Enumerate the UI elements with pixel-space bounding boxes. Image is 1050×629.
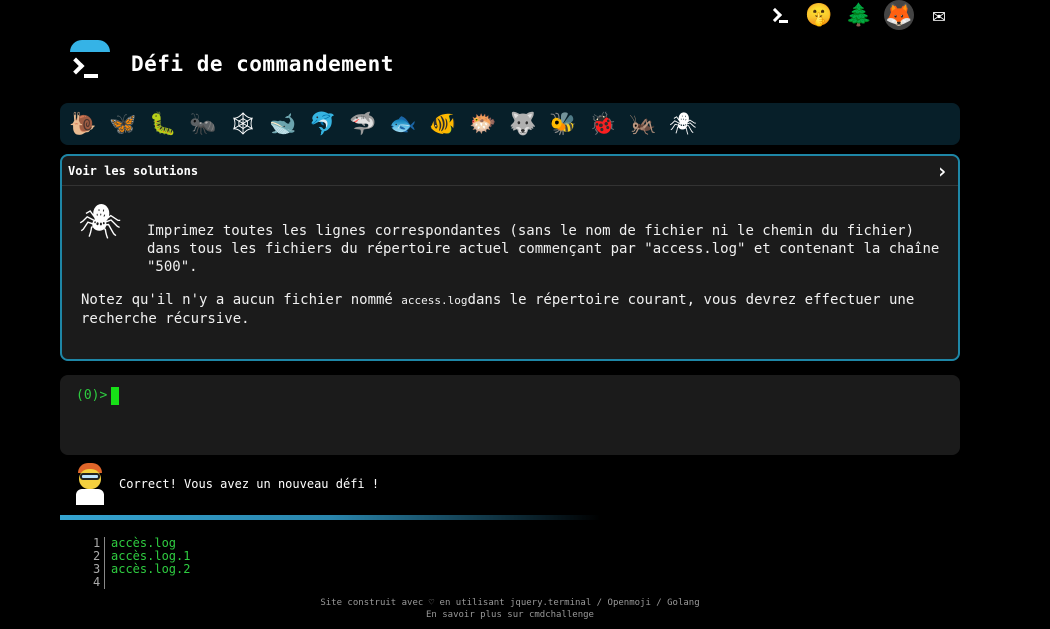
- butterfly-icon[interactable]: 🦋: [107, 108, 139, 140]
- scientist-avatar-icon: [72, 463, 108, 505]
- note-text-start: Notez qu'il n'y a aucun fichier nommé: [81, 292, 402, 308]
- snail-icon[interactable]: 🐌: [67, 108, 99, 140]
- tropical-fish-icon[interactable]: 🐠: [427, 108, 459, 140]
- challenge-icon-bar: 🐌 🦋 🐛 🐜 🕸 🐋 🐬 🦈 🐟 🐠 🐡 🐺 🐝 🐞 🦗 🕷: [60, 103, 960, 145]
- solutions-toggle[interactable]: Voir les solutions ›: [62, 156, 958, 186]
- footer: Site construit avec ♡ en utilisant jquer…: [0, 597, 1020, 621]
- footer-learn-more-link[interactable]: En savoir plus sur cmdchallenge: [0, 609, 1020, 621]
- ant-icon[interactable]: 🐜: [187, 108, 219, 140]
- listing-line: 3 accès.log.2: [93, 563, 190, 576]
- output-listing: 1 accès.log 2 accès.log.1 3 accès.log.2 4: [93, 537, 190, 589]
- feedback-message: Correct! Vous avez un nouveau défi !: [119, 477, 380, 491]
- terminal-icon[interactable]: [764, 0, 794, 30]
- line-text: accès.log.2: [111, 562, 191, 576]
- gitlab-icon[interactable]: 🦊: [884, 0, 914, 30]
- gitlab-glyph: 🦊: [885, 2, 913, 28]
- challenge-panel: Voir les solutions › 🕷 Imprimez toutes l…: [60, 154, 960, 361]
- top-icon-bar: 🤫 🌲 🦊 ✉: [764, 0, 954, 30]
- shark-icon[interactable]: 🦈: [347, 108, 379, 140]
- challenge-note: Notez qu'il n'y a aucun fichier nommé ac…: [81, 291, 951, 328]
- bee-icon[interactable]: 🐝: [547, 108, 579, 140]
- chevron-right-icon: ›: [935, 158, 948, 183]
- progress-bar: [60, 515, 600, 520]
- line-number: 4: [93, 576, 105, 589]
- mail-icon[interactable]: ✉: [924, 0, 954, 30]
- spider-icon: 🕷: [78, 202, 122, 242]
- challenge-description: Imprimez toutes les lignes correspondant…: [147, 223, 940, 275]
- terminal-logo-icon[interactable]: [64, 40, 112, 88]
- spider-icon[interactable]: 🕷: [667, 108, 699, 140]
- blowfish-icon[interactable]: 🐡: [467, 108, 499, 140]
- page-title: Défi de commandement: [131, 52, 394, 76]
- spider-web-icon[interactable]: 🕸: [227, 108, 259, 140]
- terminal-input[interactable]: (0)>: [60, 375, 960, 455]
- caterpillar-icon[interactable]: 🐛: [147, 108, 179, 140]
- solutions-label: Voir les solutions: [68, 163, 199, 178]
- terminal-cursor: [111, 387, 120, 405]
- shush-face-icon[interactable]: 🤫: [804, 0, 834, 30]
- feedback-area: Correct! Vous avez un nouveau défi !: [72, 463, 379, 505]
- ladybug-icon[interactable]: 🐞: [587, 108, 619, 140]
- terminal-prompt: (0)>: [76, 388, 108, 403]
- page-header: Défi de commandement: [64, 40, 394, 88]
- tree-icon[interactable]: 🌲: [844, 0, 874, 30]
- whale-icon[interactable]: 🐋: [267, 108, 299, 140]
- fish-icon[interactable]: 🐟: [387, 108, 419, 140]
- listing-line: 4: [93, 576, 190, 589]
- cricket-icon[interactable]: 🦗: [627, 108, 659, 140]
- dolphin-icon[interactable]: 🐬: [307, 108, 339, 140]
- note-code: access.log: [401, 294, 468, 307]
- footer-credits[interactable]: Site construit avec ♡ en utilisant jquer…: [0, 597, 1020, 609]
- wolf-icon[interactable]: 🐺: [507, 108, 539, 140]
